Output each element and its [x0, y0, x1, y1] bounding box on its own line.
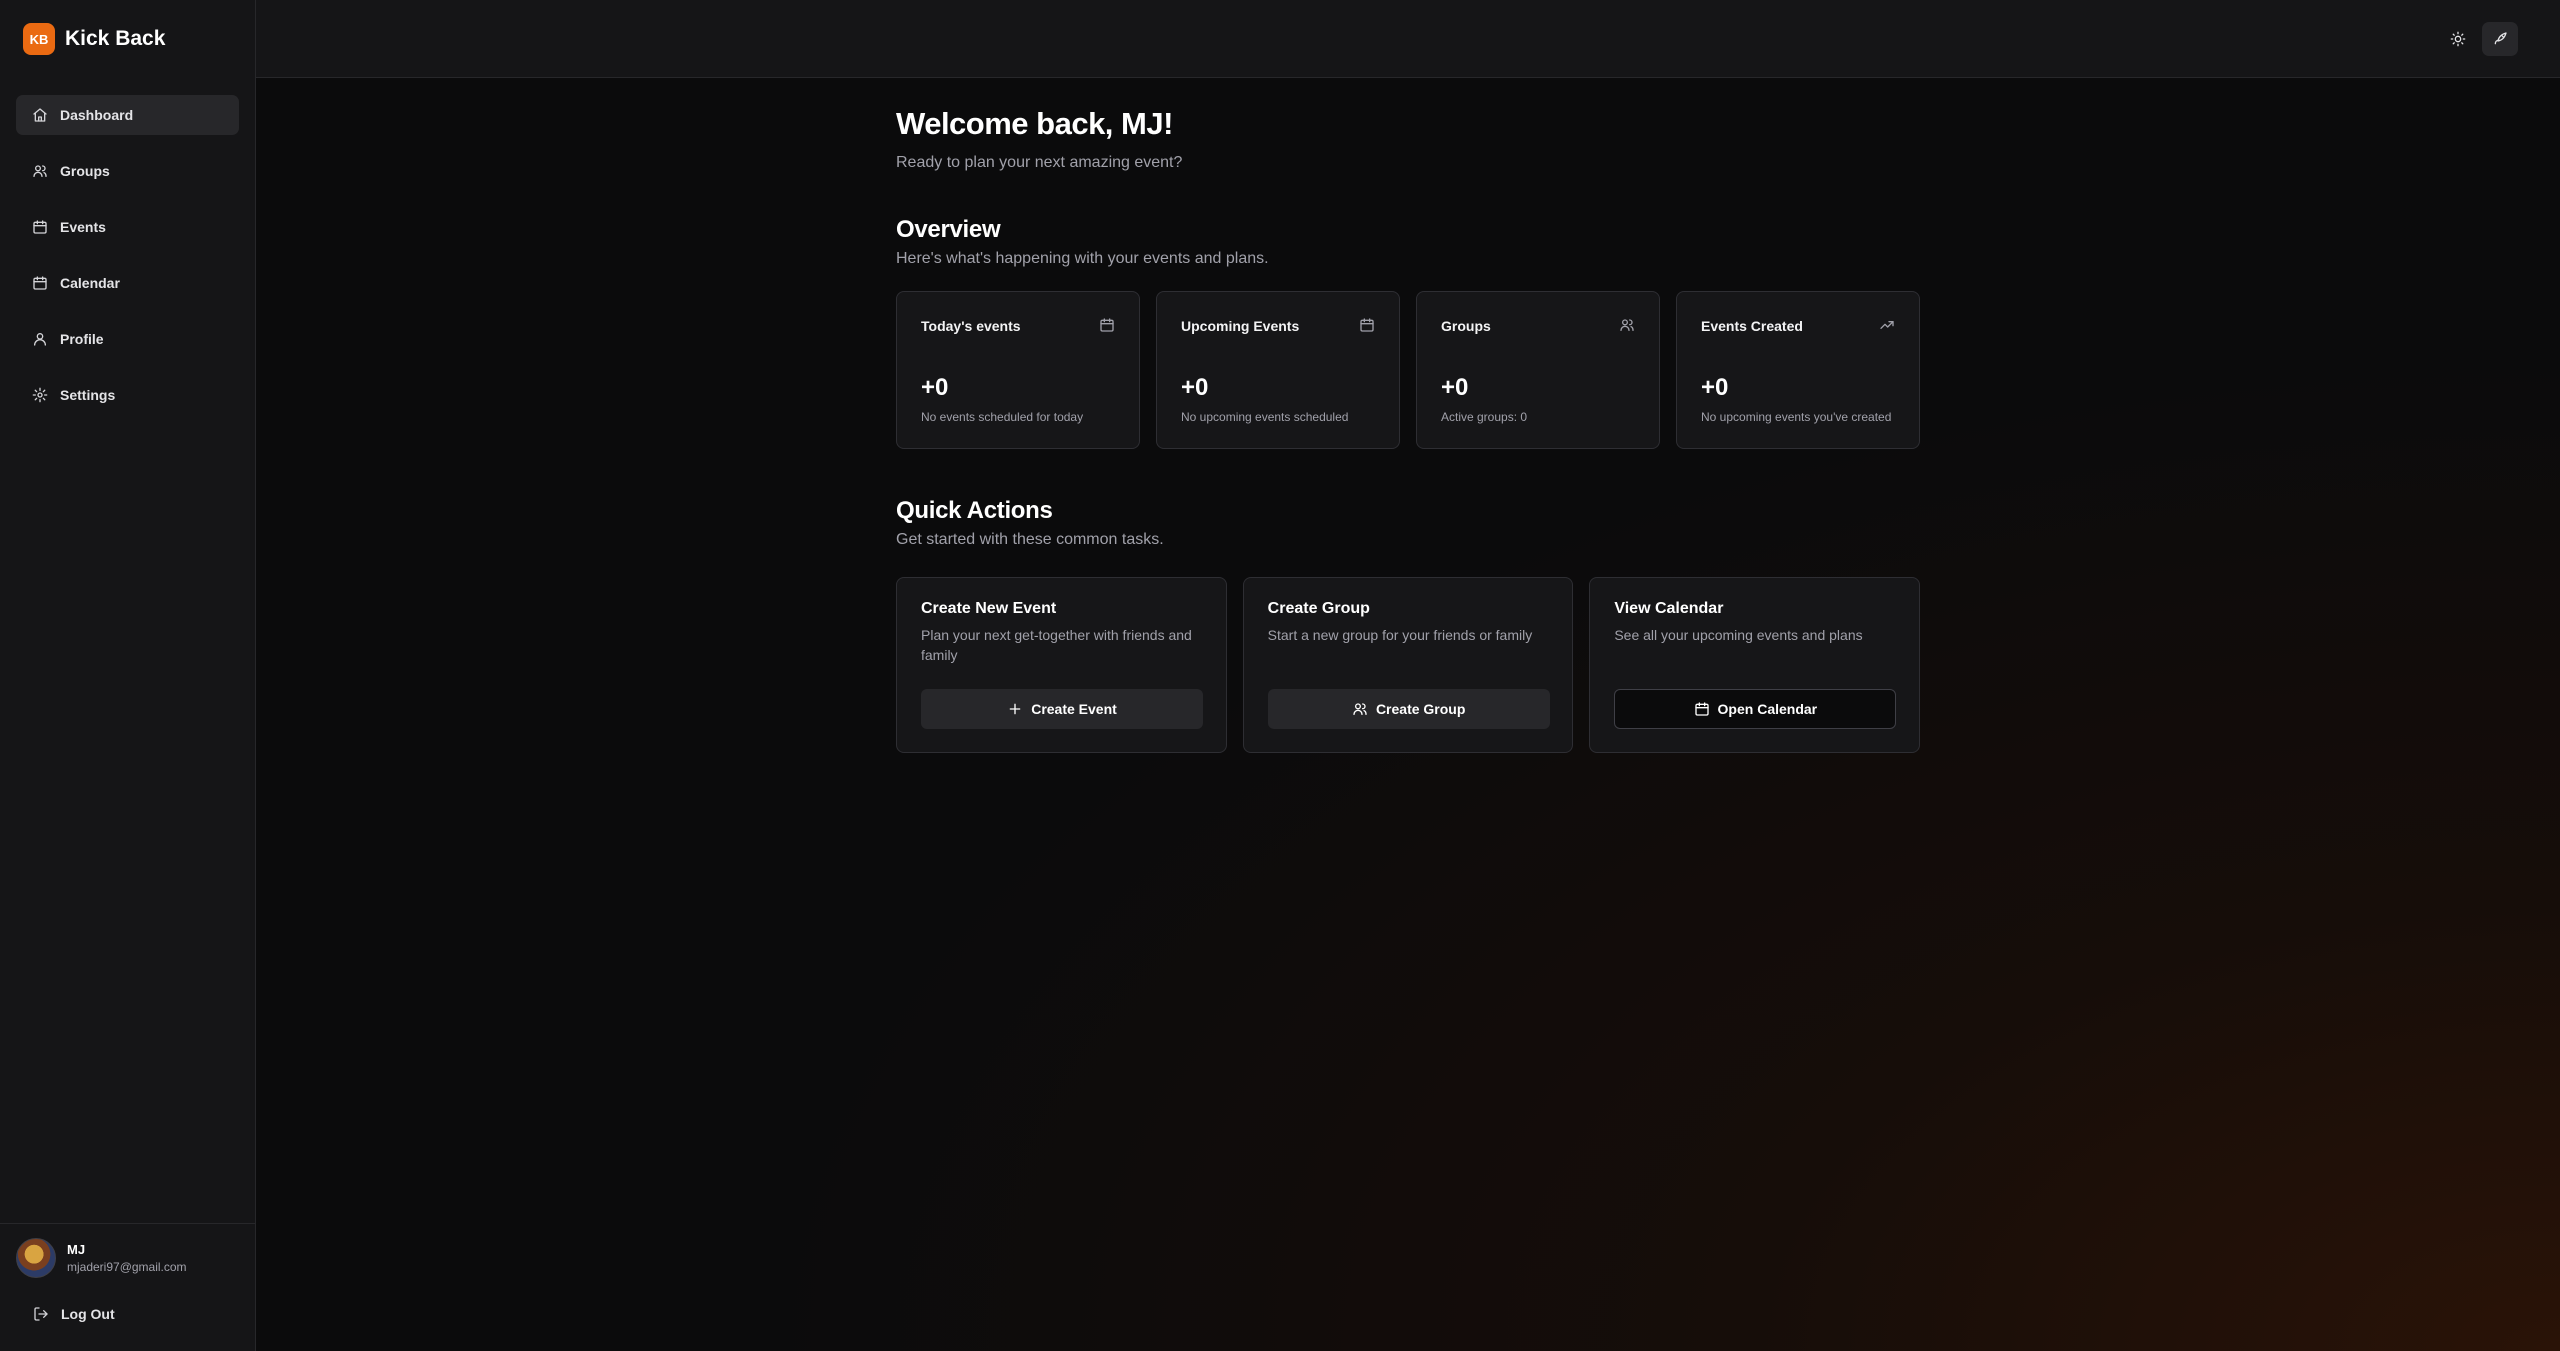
sidebar-footer: MJ mjaderi97@gmail.com Log Out	[0, 1223, 255, 1351]
stat-card-events-created: Events Created +0 No upcoming events you…	[1676, 291, 1920, 449]
stats-grid: Today's events +0 No events scheduled fo…	[896, 291, 1920, 449]
stat-description: No events scheduled for today	[921, 410, 1084, 424]
sidebar-item-profile[interactable]: Profile	[16, 319, 239, 359]
logout-button[interactable]: Log Out	[33, 1306, 115, 1322]
overview-subtitle: Here's what's happening with your events…	[896, 250, 1269, 267]
sidebar-item-label: Groups	[60, 163, 110, 179]
action-description: See all your upcoming events and plans	[1614, 627, 1863, 643]
sidebar-item-settings[interactable]: Settings	[16, 375, 239, 415]
logout-icon	[34, 1307, 48, 1321]
stat-title: Upcoming Events	[1181, 318, 1300, 334]
brand[interactable]: KB Kick Back	[23, 23, 165, 55]
action-description: Start a new group for your friends or fa…	[1267, 627, 1533, 643]
dashboard-content: Welcome back, MJ! Ready to plan your nex…	[896, 106, 1921, 753]
sidebar-item-label: Dashboard	[60, 107, 134, 123]
calendar-icon	[33, 276, 47, 290]
rocket-icon	[2494, 32, 2507, 45]
stat-description: Active groups: 0	[1441, 410, 1528, 424]
gear-icon	[32, 387, 48, 403]
sidebar-item-label: Profile	[60, 331, 104, 347]
calendar-icon	[1359, 317, 1375, 333]
action-description: Plan your next get-together with friends…	[921, 627, 1192, 663]
users-icon	[33, 165, 47, 177]
users-icon	[1619, 317, 1635, 333]
stat-card-todays-events: Today's events +0 No events scheduled fo…	[896, 291, 1140, 449]
overview-title: Overview	[896, 216, 1001, 243]
sidebar: KB Kick Back Dashboard Groups Events Cal…	[0, 0, 256, 1351]
stat-card-groups: Groups +0 Active groups: 0	[1416, 291, 1660, 449]
action-card-view-calendar: View Calendar See all your upcoming even…	[1589, 577, 1921, 753]
launch-button[interactable]	[2482, 22, 2518, 56]
stat-value: +0	[1441, 374, 1469, 401]
sidebar-item-calendar[interactable]: Calendar	[16, 263, 239, 303]
action-title: Create New Event	[921, 600, 1057, 617]
sidebar-item-label: Settings	[60, 387, 116, 403]
user-name: MJ	[67, 1242, 86, 1257]
theme-toggle-button[interactable]	[2440, 22, 2476, 56]
stat-title: Groups	[1441, 318, 1491, 334]
stat-title: Today's events	[921, 318, 1021, 334]
calendar-icon	[1099, 317, 1115, 333]
user-icon	[34, 333, 46, 346]
action-title: View Calendar	[1614, 600, 1724, 617]
calendar-icon	[33, 220, 47, 234]
stat-description: No upcoming events you've created	[1701, 410, 1892, 424]
brand-logo: KB	[23, 23, 55, 55]
trending-up-icon	[1879, 317, 1895, 333]
calendar-icon	[1694, 702, 1709, 716]
sidebar-item-label: Calendar	[60, 275, 120, 291]
quick-actions-grid: Create New Event Plan your next get-toge…	[896, 577, 1921, 753]
stat-description: No upcoming events scheduled	[1181, 410, 1349, 424]
create-event-button[interactable]: Create Event	[921, 689, 1203, 729]
button-label: Create Group	[1375, 701, 1466, 717]
page-subtitle: Ready to plan your next amazing event?	[896, 154, 1183, 171]
stat-value: +0	[1701, 374, 1729, 401]
logout-label: Log Out	[61, 1306, 115, 1322]
page-title: Welcome back, MJ!	[896, 106, 1173, 141]
open-calendar-button[interactable]: Open Calendar	[1614, 689, 1897, 729]
main-content: Welcome back, MJ! Ready to plan your nex…	[256, 78, 2560, 1351]
user-email: mjaderi97@gmail.com	[67, 1260, 187, 1274]
stat-card-upcoming-events: Upcoming Events +0 No upcoming events sc…	[1156, 291, 1400, 449]
quick-actions-title: Quick Actions	[896, 497, 1053, 524]
action-title: Create Group	[1267, 600, 1370, 617]
stat-title: Events Created	[1701, 318, 1803, 334]
sidebar-item-dashboard[interactable]: Dashboard	[16, 95, 239, 135]
brand-name: Kick Back	[65, 27, 166, 50]
quick-actions-subtitle: Get started with these common tasks.	[896, 531, 1164, 548]
sun-icon	[2450, 31, 2466, 47]
create-group-button[interactable]: Create Group	[1267, 689, 1550, 729]
sidebar-nav: Dashboard Groups Events Calendar Profile…	[16, 95, 239, 431]
action-card-create-group: Create Group Start a new group for your …	[1242, 577, 1574, 753]
home-icon	[33, 108, 47, 122]
sidebar-item-label: Events	[60, 219, 106, 235]
avatar[interactable]	[16, 1238, 56, 1278]
sidebar-item-events[interactable]: Events	[16, 207, 239, 247]
topbar	[256, 0, 2560, 78]
action-card-create-event: Create New Event Plan your next get-toge…	[896, 577, 1227, 753]
button-label: Open Calendar	[1717, 701, 1818, 717]
plus-icon	[1009, 703, 1021, 715]
users-icon	[1353, 703, 1367, 715]
stat-value: +0	[1181, 374, 1209, 401]
sidebar-item-groups[interactable]: Groups	[16, 151, 239, 191]
user-profile[interactable]: MJ mjaderi97@gmail.com	[16, 1238, 187, 1278]
stat-value: +0	[921, 374, 949, 401]
button-label: Create Event	[1031, 701, 1117, 717]
